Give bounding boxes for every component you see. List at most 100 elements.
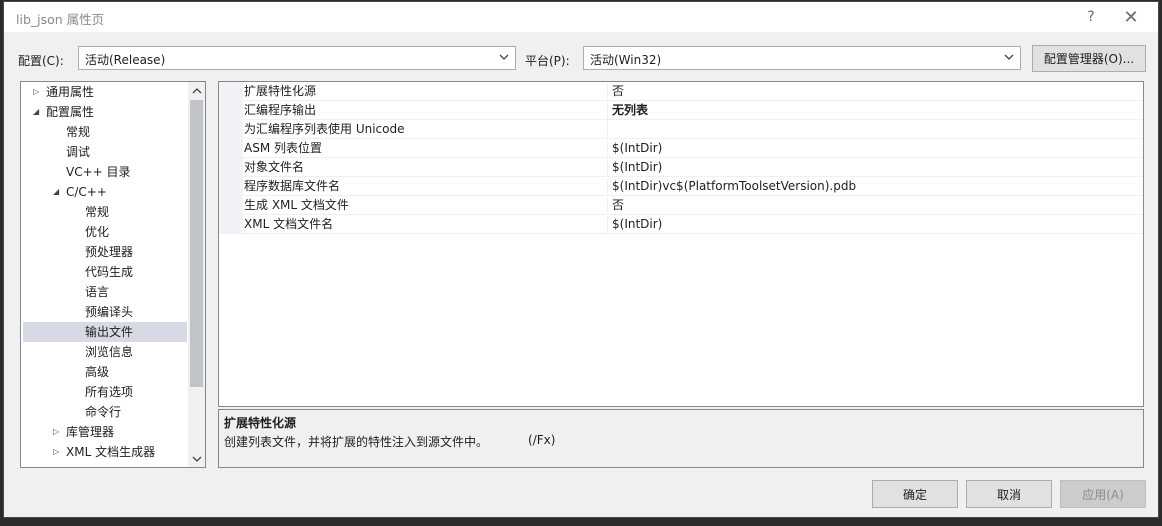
property-name: ASM 列表位置	[244, 140, 608, 157]
row-gutter	[219, 139, 243, 158]
collapse-icon[interactable]: ◢	[33, 102, 43, 122]
config-label: 配置(C):	[18, 54, 64, 68]
tree-item-label: 优化	[85, 225, 110, 239]
close-button[interactable]: ✕	[1116, 6, 1146, 28]
scroll-down-icon[interactable]	[188, 450, 205, 467]
tree-item[interactable]: 调试	[23, 142, 187, 162]
tree-item-label: 语言	[85, 285, 110, 299]
property-row[interactable]: 扩展特性化源否	[219, 82, 1143, 101]
tree-item-label: 预处理器	[85, 245, 134, 259]
property-row[interactable]: 生成 XML 文档文件否	[219, 196, 1143, 215]
tree-item[interactable]: 预处理器	[23, 242, 187, 262]
scroll-up-icon[interactable]	[188, 82, 205, 99]
property-value[interactable]: $(IntDir)	[612, 216, 1139, 233]
category-tree[interactable]: ▷ 通用属性 ◢ 配置属性 常规 调试 VC++ 目录 ◢ C/C++ 常规 优化 预处理器 代码生成语…	[20, 81, 206, 468]
tree-item-label: 浏览信息	[85, 345, 134, 359]
property-value[interactable]	[612, 121, 1139, 138]
tree-item-label: 命令行	[85, 405, 122, 419]
description-panel: 扩展特性化源 创建列表文件，并将扩展的特性注入到源文件中。 (/Fx)	[218, 409, 1144, 468]
property-value[interactable]: 否	[612, 197, 1139, 214]
scroll-thumb[interactable]	[190, 100, 203, 387]
help-button[interactable]: ?	[1076, 6, 1106, 28]
tree-item[interactable]: ◢ 配置属性	[23, 102, 187, 122]
property-row[interactable]: XML 文档文件名 $(IntDir)	[219, 215, 1143, 234]
platform-label: 平台(P):	[525, 54, 570, 68]
property-name: 扩展特性化源	[244, 83, 608, 100]
tree-item[interactable]: 命令行	[23, 402, 187, 422]
tree-item[interactable]: 常规	[23, 202, 187, 222]
property-name: 汇编程序输出	[244, 102, 608, 119]
tree-scrollbar[interactable]	[188, 82, 205, 467]
property-name: 为汇编程序列表使用 Unicode	[244, 121, 608, 138]
cancel-button[interactable]: 取消	[966, 480, 1052, 508]
property-row[interactable]: 对象文件名 $(IntDir)	[219, 158, 1143, 177]
tree-item-label: 常规	[66, 125, 91, 139]
property-value[interactable]: 无列表	[612, 102, 1139, 119]
tree-item[interactable]: 预编译头	[23, 302, 187, 322]
tree-item[interactable]: 常规	[23, 122, 187, 142]
tree-item[interactable]: 所有选项	[23, 382, 187, 402]
tree-item[interactable]: ▷ XML 文档生成器	[23, 442, 187, 462]
row-gutter	[219, 101, 243, 120]
config-manager-button[interactable]: 配置管理器(O)...	[1032, 45, 1146, 72]
tree-item-label: 通用属性	[46, 85, 95, 99]
tree-item[interactable]: 优化	[23, 222, 187, 242]
property-name: 程序数据库文件名	[244, 178, 608, 195]
tree-item-label: VC++ 目录	[66, 165, 131, 179]
tree-item-label: 高级	[85, 365, 110, 379]
row-gutter	[219, 177, 243, 196]
tree-item-label: 配置属性	[46, 105, 95, 119]
description-switch-value: /Fx	[532, 433, 551, 447]
config-combo-value: 活动(Release)	[85, 53, 166, 67]
platform-combo-value: 活动(Win32)	[590, 53, 662, 67]
property-name: 生成 XML 文档文件	[244, 197, 608, 214]
property-value[interactable]: $(IntDir)	[612, 140, 1139, 157]
property-name: 对象文件名	[244, 159, 608, 176]
property-value[interactable]: $(IntDir)vc$(PlatformToolsetVersion).pdb	[612, 178, 1139, 195]
row-gutter	[219, 215, 243, 234]
tree-item-label: 调试	[66, 145, 91, 159]
tree-item-label: 常规	[85, 205, 110, 219]
tree-item[interactable]: ▷ 通用属性	[23, 82, 187, 102]
property-row[interactable]: 程序数据库文件名 $(IntDir)vc$(PlatformToolsetVers…	[219, 177, 1143, 196]
tree-item-label: 预编译头	[85, 305, 134, 319]
property-value[interactable]: $(IntDir)	[612, 159, 1139, 176]
row-gutter	[219, 158, 243, 177]
collapse-icon[interactable]: ◢	[53, 182, 63, 202]
ok-button[interactable]: 确定	[872, 480, 958, 508]
property-grid[interactable]: 扩展特性化源否汇编程序输出 无列表 为汇编程序列表使用 Unicode ASM 列表位…	[218, 81, 1144, 407]
description-text: 创建列表文件，并将扩展的特性注入到源文件中。	[224, 435, 489, 449]
tree-item[interactable]: 代码生成	[23, 262, 187, 282]
tree-item-label: 输出文件	[85, 325, 134, 339]
tree-item[interactable]: 输出文件	[23, 322, 187, 342]
property-row[interactable]: ASM 列表位置 $(IntDir)	[219, 139, 1143, 158]
tree-item[interactable]: 浏览信息	[23, 342, 187, 362]
expand-icon[interactable]: ▷	[33, 82, 43, 102]
tree-item-label: C/C++	[66, 185, 107, 199]
property-value[interactable]: 否	[612, 83, 1139, 100]
tree-item-label: 库管理器	[66, 425, 115, 439]
tree-item[interactable]: ◢ C/C++	[23, 182, 187, 202]
expand-icon[interactable]: ▷	[53, 422, 63, 442]
expand-icon[interactable]: ▷	[53, 442, 63, 462]
apply-button[interactable]: 应用(A)	[1060, 480, 1146, 508]
tree-item[interactable]: ▷ 库管理器	[23, 422, 187, 442]
description-switch: (/Fx)	[528, 433, 556, 447]
tree-item-label: XML 文档生成器	[66, 445, 156, 459]
chevron-down-icon	[499, 54, 509, 60]
property-row[interactable]: 为汇编程序列表使用 Unicode	[219, 120, 1143, 139]
row-gutter	[219, 196, 243, 215]
platform-combo[interactable]: 活动(Win32)	[583, 46, 1021, 70]
tree-item-label: 代码生成	[85, 265, 134, 279]
row-gutter	[219, 120, 243, 139]
tree-item[interactable]: VC++ 目录	[23, 162, 187, 182]
tree-item[interactable]: 语言	[23, 282, 187, 302]
property-name: XML 文档文件名	[244, 216, 608, 233]
title-bar: lib_json 属性页 ? ✕	[4, 2, 1158, 32]
row-gutter	[219, 82, 243, 101]
property-row[interactable]: 汇编程序输出 无列表	[219, 101, 1143, 120]
config-combo[interactable]: 活动(Release)	[78, 46, 516, 70]
tree-item-label: 所有选项	[85, 385, 134, 399]
tree-item[interactable]: 高级	[23, 362, 187, 382]
chevron-down-icon	[1004, 54, 1014, 60]
